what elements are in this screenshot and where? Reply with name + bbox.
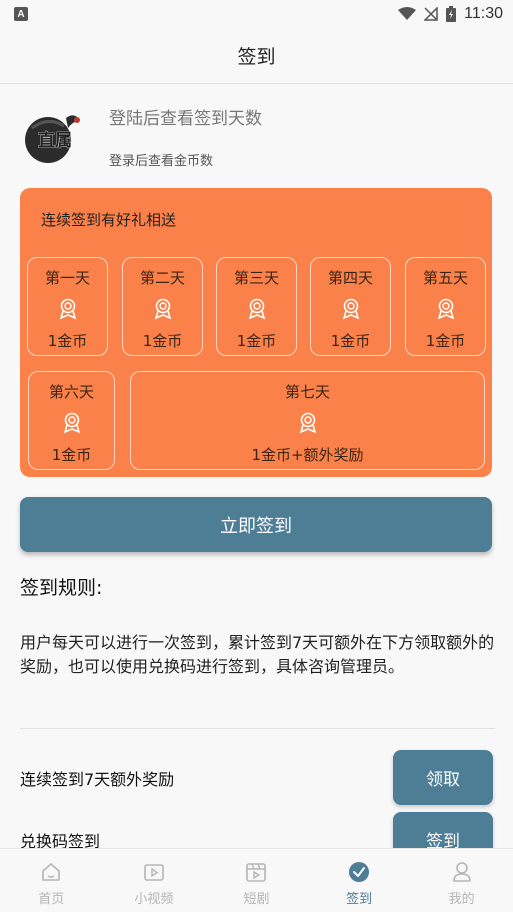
tab-me[interactable]: 我的 [410,849,513,912]
rules-text: 用户每天可以进行一次签到，累计签到7天可额外在下方领取额外的奖励，也可以使用兑换… [20,633,495,676]
tab-sign-in[interactable]: 签到 [308,849,411,912]
title-bar: 签到 [0,28,513,84]
medal-icon [59,298,76,320]
bonus-reward-label: 连续签到7天额外奖励 [20,770,175,789]
clock: 11:30 [464,5,503,22]
check-circle-icon [349,862,370,882]
reward-card-title: 连续签到有好礼相送 [41,211,177,229]
day-label: 第四天 [327,269,373,287]
sign-in-button[interactable]: 立即签到 [20,497,492,552]
coins-prompt: 登录后查看金币数 [109,154,214,169]
day-reward: 1金币 [47,332,88,350]
login-prompt[interactable]: 登陆后查看签到天数 [109,104,262,129]
day-label: 第三天 [233,269,279,287]
divider [20,728,495,729]
day-card-3: 第三天 1金币 [216,257,297,356]
day-reward: 1金币 [142,332,183,350]
claim-bonus-button[interactable]: 领取 [393,750,493,805]
day-reward: 1金币 [51,446,92,464]
tab-drama[interactable]: 短剧 [205,849,308,912]
day-card-5: 第五天 1金币 [405,257,486,356]
reward-card: 连续签到有好礼相送 第一天 1金币 第二天 1金币 第三天 1金币 第四天 1金… [20,188,492,477]
day-label: 第二天 [139,269,185,287]
medal-icon [154,298,171,320]
tab-label: 我的 [448,892,475,907]
day-reward: 1金币+额外奖励 [251,446,364,464]
day-label: 第七天 [284,383,330,401]
day-reward: 1金币 [330,332,371,350]
tab-label: 小视频 [134,892,174,907]
medal-icon [63,412,80,434]
day-label: 第一天 [44,269,90,287]
day-card-2: 第二天 1金币 [122,257,203,356]
tab-home[interactable]: 首页 [0,849,103,912]
day-card-4: 第四天 1金币 [310,257,391,356]
tab-short-video[interactable]: 小视频 [103,849,206,912]
day-reward: 1金币 [236,332,277,350]
bottom-tab-bar: 首页 小视频 短剧 签到 我的 [0,848,513,912]
tab-label: 短剧 [243,892,270,907]
battery-icon [446,6,457,22]
rules-title: 签到规则: [20,577,103,599]
user-icon [452,862,471,882]
day-card-6: 第六天 1金币 [28,371,115,470]
svg-text:直属: 直属 [38,130,72,151]
page-title: 签到 [237,46,276,68]
tab-label: 签到 [346,892,373,907]
day-reward: 1金币 [425,332,466,350]
notification-icon: A [14,7,28,21]
film-icon [246,863,267,882]
medal-icon [299,412,316,434]
day-card-1: 第一天 1金币 [27,257,108,356]
day-card-7: 第七天 1金币+额外奖励 [130,371,485,470]
app-logo: 直属 [22,108,86,166]
day-label: 第五天 [422,269,468,287]
no-signal-icon [424,7,438,21]
profile-section[interactable]: 直属 登陆后查看签到天数 登录后查看金币数 [20,100,500,180]
video-icon [144,864,164,881]
wifi-icon [398,7,417,21]
home-icon [42,863,61,881]
status-bar: A 11:30 [0,0,513,28]
medal-icon [248,298,265,320]
day-label: 第六天 [48,383,94,401]
bonus-reward-row: 连续签到7天额外奖励 领取 [20,750,493,805]
tab-label: 首页 [38,892,65,907]
medal-icon [342,298,359,320]
medal-icon [437,298,454,320]
